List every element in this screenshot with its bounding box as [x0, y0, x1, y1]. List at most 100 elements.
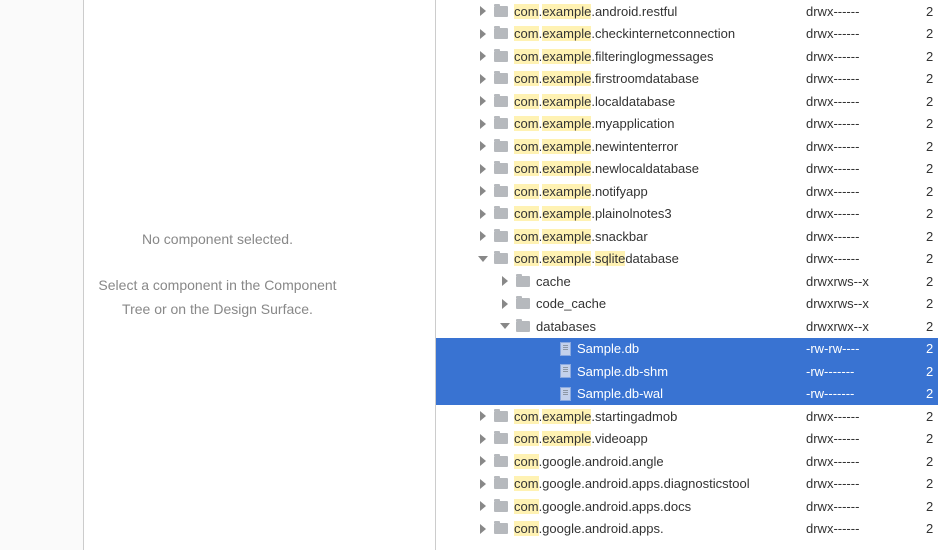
- tree-row-label[interactable]: com.example.filteringlogmessages: [514, 49, 713, 64]
- tree-row-label[interactable]: com.example.newintenterror: [514, 139, 678, 154]
- modified-col-fragment: 2: [926, 274, 933, 289]
- tree-row-label[interactable]: cache: [536, 274, 571, 289]
- expander-placeholder: [544, 344, 554, 354]
- chevron-right-icon[interactable]: [478, 29, 488, 39]
- tree-row-label[interactable]: com.example.plainolnotes3: [514, 206, 672, 221]
- tree-row-label[interactable]: com.example.android.restful: [514, 4, 677, 19]
- tree-row[interactable]: com.example.startingadmobdrwx------2: [436, 405, 938, 428]
- chevron-right-icon[interactable]: [478, 456, 488, 466]
- chevron-right-icon[interactable]: [478, 74, 488, 84]
- folder-icon: [494, 141, 508, 152]
- tree-row-label[interactable]: com.google.android.apps.docs: [514, 499, 691, 514]
- tree-row[interactable]: com.example.localdatabasedrwx------2: [436, 90, 938, 113]
- chevron-right-icon[interactable]: [478, 501, 488, 511]
- permissions-text: drwx------: [806, 409, 859, 424]
- tree-row-label[interactable]: Sample.db: [577, 341, 639, 356]
- chevron-right-icon[interactable]: [478, 411, 488, 421]
- modified-col-fragment: 2: [926, 454, 933, 469]
- folder-icon: [494, 51, 508, 62]
- tree-row[interactable]: Sample.db-rw-rw----2: [436, 338, 938, 361]
- tree-row[interactable]: com.example.videoappdrwx------2: [436, 428, 938, 451]
- tree-row[interactable]: cache drwxrws--x 2: [436, 270, 938, 293]
- permissions-text: -rw-------: [806, 386, 854, 401]
- tree-row-label[interactable]: com.example.myapplication: [514, 116, 674, 131]
- chevron-right-icon[interactable]: [500, 299, 510, 309]
- tree-row[interactable]: com.example.sqlitedatabasedrwx------2: [436, 248, 938, 271]
- chevron-right-icon[interactable]: [478, 164, 488, 174]
- chevron-right-icon[interactable]: [500, 276, 510, 286]
- tree-row[interactable]: com.example.filteringlogmessagesdrwx----…: [436, 45, 938, 68]
- chevron-right-icon[interactable]: [478, 434, 488, 444]
- chevron-right-icon[interactable]: [478, 6, 488, 16]
- file-tree[interactable]: com.example.android.restfuldrwx------2co…: [436, 0, 938, 540]
- tree-row[interactable]: com.example.myapplicationdrwx------2: [436, 113, 938, 136]
- chevron-right-icon[interactable]: [478, 479, 488, 489]
- tree-row[interactable]: com.example.android.restfuldrwx------2: [436, 0, 938, 23]
- tree-row-label[interactable]: databases: [536, 319, 596, 334]
- permissions-text: -rw-rw----: [806, 341, 859, 356]
- tree-row[interactable]: com.example.newlocaldatabasedrwx------2: [436, 158, 938, 181]
- file-icon: [560, 364, 571, 378]
- chevron-right-icon[interactable]: [478, 186, 488, 196]
- tree-row[interactable]: com.google.android.apps.drwx------2: [436, 518, 938, 541]
- tree-row-label[interactable]: com.example.sqlitedatabase: [514, 251, 679, 266]
- tree-row-label[interactable]: com.google.android.apps.: [514, 521, 664, 536]
- folder-icon: [494, 208, 508, 219]
- chevron-right-icon[interactable]: [478, 231, 488, 241]
- tree-row[interactable]: com.example.firstroomdatabasedrwx------2: [436, 68, 938, 91]
- modified-col-fragment: 2: [926, 206, 933, 221]
- tree-row-label[interactable]: com.example.notifyapp: [514, 184, 648, 199]
- tree-row[interactable]: databasesdrwxrwx--x2: [436, 315, 938, 338]
- folder-icon: [494, 186, 508, 197]
- tree-row[interactable]: code_cachedrwxrws--x2: [436, 293, 938, 316]
- tree-row-label[interactable]: com.example.localdatabase: [514, 94, 675, 109]
- modified-col-fragment: 2: [926, 521, 933, 536]
- permissions-text: drwx------: [806, 251, 859, 266]
- permissions-text: drwx------: [806, 206, 859, 221]
- folder-icon: [516, 321, 530, 332]
- tree-row[interactable]: com.example.newintenterrordrwx------2: [436, 135, 938, 158]
- tree-row-label[interactable]: com.google.android.angle: [514, 454, 664, 469]
- tree-row-label[interactable]: com.example.snackbar: [514, 229, 648, 244]
- tree-row[interactable]: com.google.android.angledrwx------2: [436, 450, 938, 473]
- modified-col-fragment: 2: [926, 229, 933, 244]
- tree-row-label[interactable]: Sample.db-shm: [577, 364, 668, 379]
- tree-row[interactable]: Sample.db-shm-rw-------2: [436, 360, 938, 383]
- chevron-right-icon[interactable]: [478, 119, 488, 129]
- permissions-text: drwx------: [806, 161, 859, 176]
- chevron-right-icon[interactable]: [478, 96, 488, 106]
- tree-row[interactable]: Sample.db-wal-rw-------2: [436, 383, 938, 406]
- folder-icon: [494, 118, 508, 129]
- folder-icon: [494, 73, 508, 84]
- tree-row-label[interactable]: com.google.android.apps.diagnosticstool: [514, 476, 750, 491]
- tree-row[interactable]: com.google.android.apps.docsdrwx------2: [436, 495, 938, 518]
- tree-row-label[interactable]: com.example.firstroomdatabase: [514, 71, 699, 86]
- permissions-text: drwxrws--x: [806, 274, 869, 289]
- tree-row-label[interactable]: Sample.db-wal: [577, 386, 663, 401]
- folder-icon: [516, 276, 530, 287]
- permissions-text: drwx------: [806, 431, 859, 446]
- chevron-right-icon[interactable]: [478, 141, 488, 151]
- device-file-explorer-panel[interactable]: com.example.android.restfuldrwx------2co…: [436, 0, 938, 550]
- tree-row-label[interactable]: com.example.videoapp: [514, 431, 648, 446]
- tree-row-label[interactable]: com.example.checkinternetconnection: [514, 26, 735, 41]
- chevron-right-icon[interactable]: [478, 51, 488, 61]
- tree-row[interactable]: com.example.plainolnotes3 drwx------ 2: [436, 203, 938, 226]
- folder-icon: [494, 163, 508, 174]
- expander-placeholder: [544, 389, 554, 399]
- tree-row-label[interactable]: com.example.startingadmob: [514, 409, 677, 424]
- placeholder-heading: No component selected.: [98, 228, 336, 252]
- tree-row[interactable]: com.example.checkinternetconnectiondrwx-…: [436, 23, 938, 46]
- chevron-down-icon[interactable]: [500, 321, 510, 331]
- chevron-down-icon[interactable]: [478, 254, 488, 264]
- tree-row[interactable]: com.example.notifyappdrwx------2: [436, 180, 938, 203]
- permissions-text: drwx------: [806, 94, 859, 109]
- tree-row[interactable]: com.google.android.apps.diagnosticstoold…: [436, 473, 938, 496]
- chevron-right-icon[interactable]: [478, 524, 488, 534]
- folder-icon: [494, 411, 508, 422]
- permissions-text: drwx------: [806, 184, 859, 199]
- tree-row-label[interactable]: com.example.newlocaldatabase: [514, 161, 699, 176]
- tree-row[interactable]: com.example.snackbardrwx------2: [436, 225, 938, 248]
- chevron-right-icon[interactable]: [478, 209, 488, 219]
- tree-row-label[interactable]: code_cache: [536, 296, 606, 311]
